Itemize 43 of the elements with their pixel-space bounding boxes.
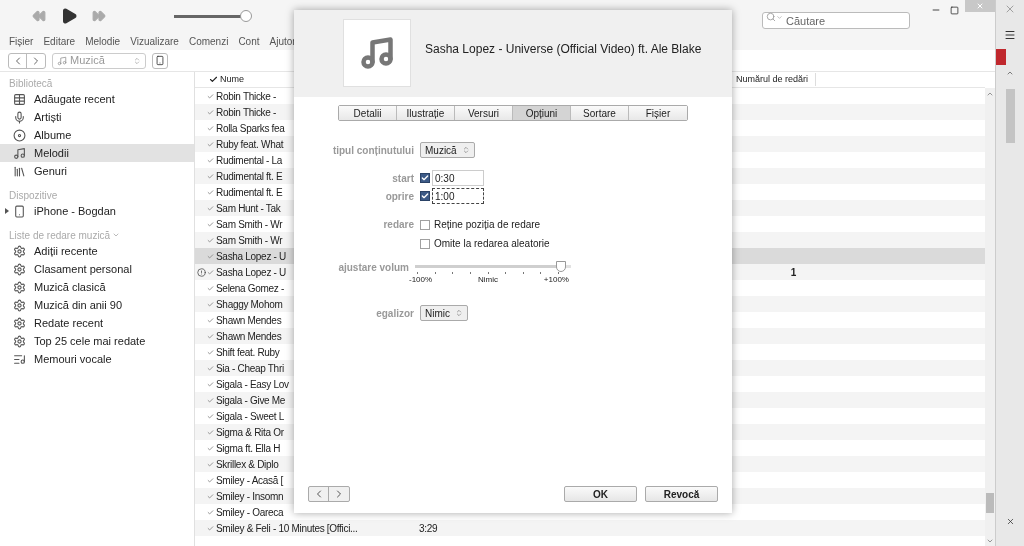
song-title: Robin Thicke - [216,90,277,102]
song-title: Shawn Mendes [216,314,282,326]
song-title: Sigala - Give Me [216,394,286,406]
song-title: Smiley - Oareca [216,506,284,518]
section-header: Dispozitive [9,188,58,203]
song-title: Ruby feat. What [216,138,284,150]
section-header: Bibliotecă [9,76,53,91]
song-title: Skrillex & Diplo [216,458,279,470]
scale-label: -100% [409,274,433,286]
dialog-title: Sasha Lopez - Universe (Official Video) ft. Ale Blake [425,41,702,58]
field-label: tipul conținutului [331,143,415,158]
scale-label: Nimic [478,274,498,286]
song-title: Rudimental - La [216,154,283,166]
play-count: 1 [790,266,796,278]
song-title: Shift feat. Ruby [216,346,280,358]
song-title: Sigala - Sweet L [216,410,285,422]
song-title: Smiley - Acasă [ [216,474,283,486]
field-label: egalizor [375,306,415,321]
field-label: start [391,171,415,186]
song-title: Sam Hunt - Tak [216,202,281,214]
field-label: ajustare volum [337,261,410,275]
song-title: Sigala - Easy Lov [216,378,289,390]
song-title: Smiley - Insomn [216,490,284,502]
scale-label: +100% [543,274,569,286]
song-title: Shawn Mendes [216,330,282,342]
section-header: Liste de redare muzică [9,228,111,243]
duration: 3:29 [419,522,438,534]
song-title: Smiley & Feli - 10 Minutes [Offici... [216,522,358,534]
song-title: Sam Smith - Wr [216,234,283,246]
song-title: Shaggy Mohom [216,298,283,310]
song-title: Rudimental ft. E [216,170,283,182]
song-title: Rolla Sparks fea [216,122,285,134]
song-title: Sigma ft. Ella H [216,442,281,454]
song-title: Selena Gomez - [216,282,285,294]
field-label: redare [383,219,414,230]
song-title: Sasha Lopez - U [216,266,286,278]
song-title: Sigma & Rita Or [216,426,284,438]
song-title: Robin Thicke - [216,106,277,118]
song-title: Sasha Lopez - U [216,250,286,262]
song-title: Sia - Cheap Thri [216,362,284,374]
field-label: oprire [384,189,415,204]
song-title: Sam Smith - Wr [216,218,283,230]
song-title: Rudimental ft. E [216,186,283,198]
